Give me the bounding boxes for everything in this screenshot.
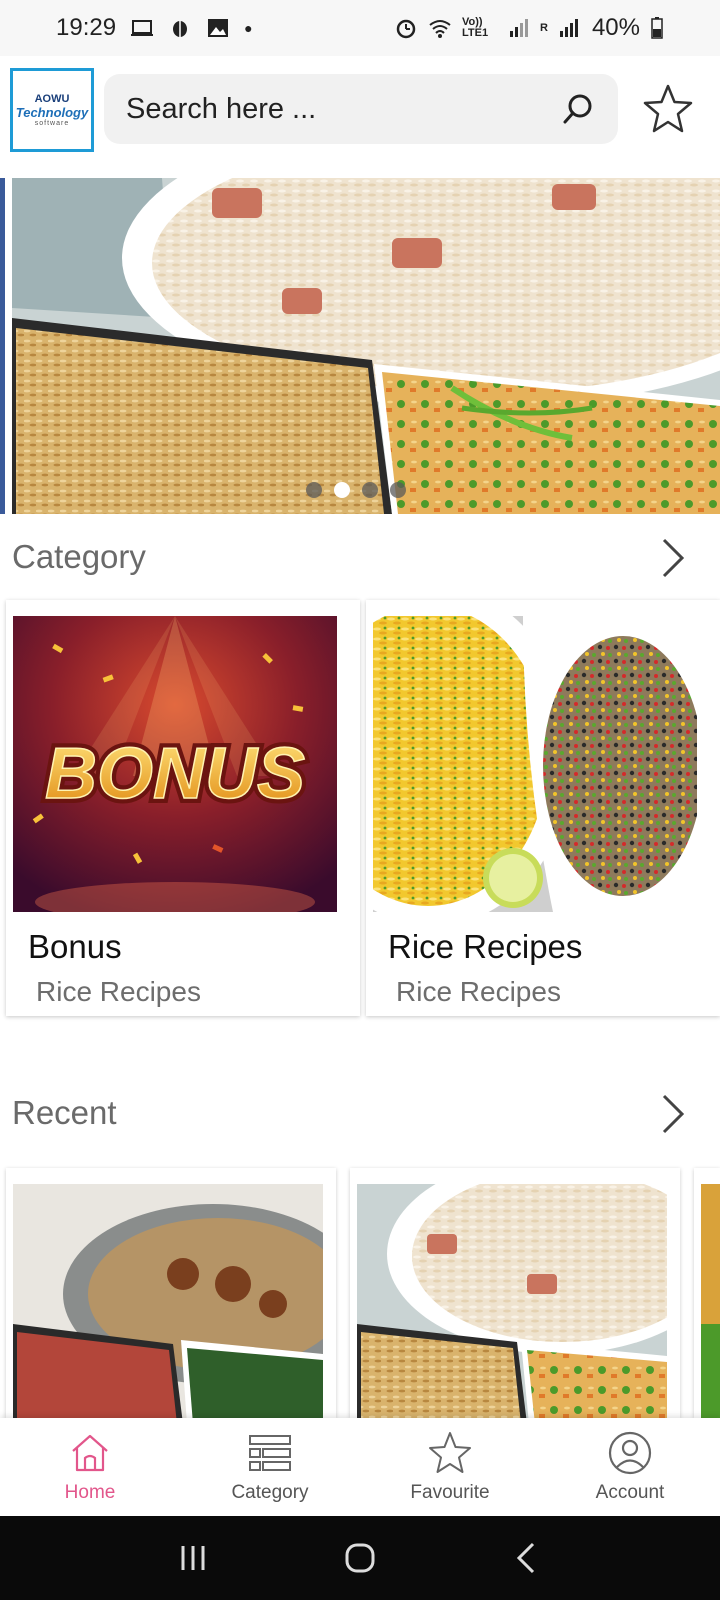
home-button-icon[interactable] <box>342 1540 378 1576</box>
recent-apps-icon[interactable] <box>175 1540 211 1576</box>
list-icon <box>249 1435 291 1471</box>
recipe-image <box>357 1184 667 1418</box>
bug-icon <box>173 21 188 37</box>
battery-percentage: 40% <box>591 14 640 41</box>
logo-text: AOWU <box>34 93 70 105</box>
carousel-dot[interactable] <box>390 482 406 498</box>
bottom-navigation: Home Category Favourite Account <box>0 1418 720 1516</box>
banner-previous-slide <box>0 178 5 514</box>
nav-home[interactable]: Home <box>0 1418 180 1516</box>
category-title: Rice Recipes <box>388 928 583 965</box>
recent-recipe-card[interactable] <box>350 1168 680 1418</box>
logo-text: software <box>34 120 70 127</box>
recent-recipe-card[interactable] <box>694 1168 720 1418</box>
chevron-right-icon[interactable] <box>656 536 690 580</box>
wifi-icon <box>429 20 451 38</box>
chevron-right-icon[interactable] <box>656 1092 690 1136</box>
recent-section-title: Recent <box>12 1094 117 1131</box>
carousel-dot[interactable] <box>362 482 378 498</box>
nav-category[interactable]: Category <box>180 1418 360 1516</box>
account-icon <box>608 1431 652 1475</box>
search-icon[interactable] <box>560 91 596 127</box>
carousel-dot[interactable] <box>334 482 350 498</box>
signal-icon <box>559 19 578 37</box>
category-card-rice-recipes[interactable]: Rice Recipes Rice Recipes <box>366 600 720 1016</box>
app-header: AOWU Technology software Search here ... <box>0 56 720 166</box>
status-bar: 19:29 ● Vo)) LTE1 R 40% <box>0 0 720 56</box>
bonus-image-text: BONUS <box>45 734 305 814</box>
favourite-star-icon[interactable] <box>640 82 696 138</box>
alarm-icon <box>396 19 416 39</box>
volte-indicator: Vo)) LTE1 <box>462 16 489 39</box>
nav-favourite-label: Favourite <box>410 1482 490 1503</box>
nav-account-label: Account <box>595 1482 665 1503</box>
carousel-dot[interactable] <box>306 482 322 498</box>
category-subtitle: Rice Recipes <box>396 976 561 1007</box>
recipe-image <box>13 1184 323 1418</box>
system-navigation-bar <box>0 1516 720 1600</box>
nav-category-label: Category <box>231 1482 309 1503</box>
battery-icon <box>651 17 663 39</box>
roaming-indicator: R <box>540 21 548 34</box>
recent-recipe-card[interactable] <box>6 1168 336 1418</box>
category-image: BONUS BONUS <box>13 616 337 912</box>
status-time: 19:29 <box>56 14 117 41</box>
star-icon <box>429 1432 471 1473</box>
notification-dot-icon: ● <box>244 20 253 36</box>
category-title: Bonus <box>28 928 122 965</box>
signal-icon <box>510 19 528 37</box>
search-input[interactable]: Search here ... <box>104 74 618 144</box>
banner-carousel[interactable] <box>12 178 720 514</box>
back-icon[interactable] <box>509 1540 545 1576</box>
carousel-indicator <box>306 482 406 498</box>
home-icon <box>72 1434 108 1472</box>
banner-image <box>12 178 720 514</box>
image-icon <box>208 19 229 37</box>
category-subtitle: Rice Recipes <box>36 976 201 1007</box>
nav-account[interactable]: Account <box>540 1418 720 1516</box>
nav-home-label: Home <box>64 1482 116 1503</box>
nav-favourite[interactable]: Favourite <box>360 1418 540 1516</box>
recipe-image <box>701 1184 720 1418</box>
laptop-icon <box>131 20 154 36</box>
search-placeholder: Search here ... <box>126 92 317 125</box>
app-logo: AOWU Technology software <box>10 68 94 152</box>
logo-text: Technology <box>15 105 89 120</box>
category-card-bonus[interactable]: BONUS BONUS Bonus Rice Recipes <box>6 600 360 1016</box>
category-image <box>373 616 697 912</box>
category-section-title: Category <box>12 538 146 575</box>
